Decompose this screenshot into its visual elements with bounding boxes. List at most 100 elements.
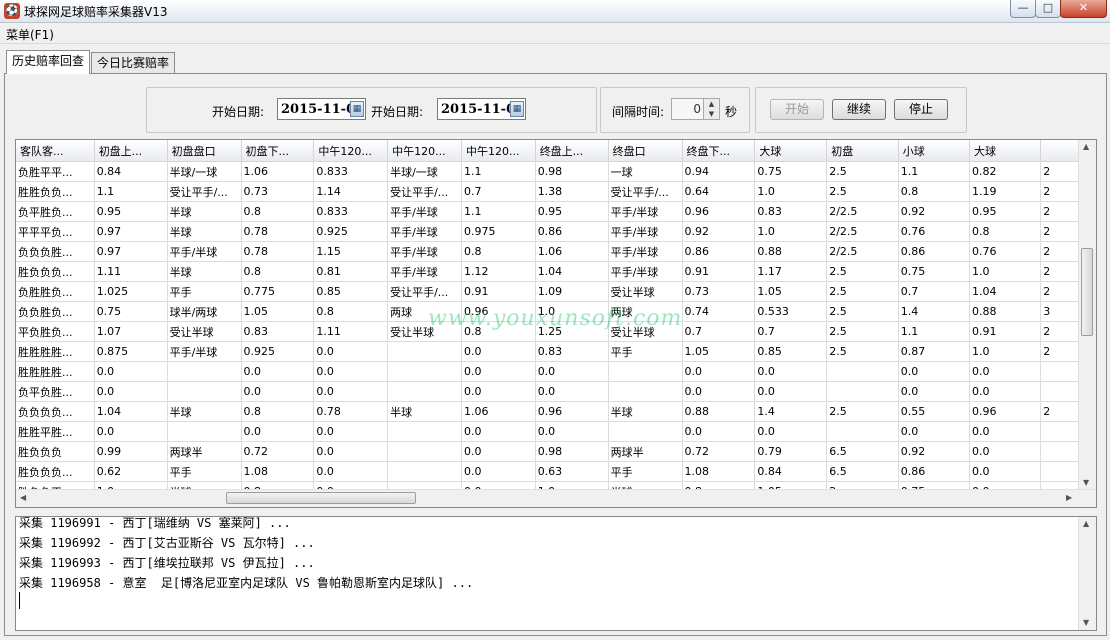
table-cell: 0.0: [969, 361, 1042, 382]
column-header[interactable]: 终盘上...: [535, 140, 609, 162]
column-header[interactable]: 大球: [969, 140, 1042, 162]
log-output[interactable]: 采集 1196991 - 西丁[瑞维纳 VS 塞莱阿] ... 采集 119699…: [15, 516, 1097, 631]
table-cell: 0.0: [313, 341, 389, 362]
table-cell: 0.975: [461, 221, 536, 242]
table-row[interactable]: 胜负负负 0.99 两球半 0.72 0.0 0.0 0.98 两球半 0.72 0.79 6.5 0…: [16, 441, 1079, 462]
table-cell: 0.7: [682, 321, 756, 342]
table-row[interactable]: 胜胜平胜... 0.0 0.0 0.0 0.0 0.0 0.0 0.0 0.0 0.0: [16, 421, 1079, 442]
tab-today-odds[interactable]: 今日比赛赔率: [91, 52, 176, 73]
column-header[interactable]: 小球: [898, 140, 971, 162]
table-cell: 0.83: [754, 201, 828, 222]
continue-button[interactable]: 继续: [832, 99, 886, 120]
log-line: 采集 1196992 - 西丁[艾古亚斯谷 VS 瓦尔特] ...: [19, 536, 315, 550]
column-header[interactable]: 大球: [754, 140, 828, 162]
table-cell: 1.19: [969, 181, 1042, 202]
column-header[interactable]: 初盘上...: [94, 140, 168, 162]
log-line: 采集 1196958 - 意室 足[博洛尼亚室内足球队 VS 鲁帕勒恩斯室内足球…: [19, 576, 474, 590]
grid-vertical-thumb[interactable]: [1081, 248, 1093, 336]
log-vertical-scrollbar[interactable]: ▲ ▼: [1078, 517, 1096, 630]
table-cell: 平手/半球: [387, 201, 462, 222]
table-cell: 0.78: [313, 401, 389, 422]
table-cell: 受让平手/...: [608, 181, 683, 202]
spinner-arrows-icon[interactable]: ▲ ▼: [703, 99, 719, 119]
scroll-left-icon[interactable]: ◀: [20, 493, 26, 502]
column-header[interactable]: 初盘: [826, 140, 899, 162]
column-header[interactable]: 中午120...: [461, 140, 536, 162]
column-header[interactable]: 终盘下...: [682, 140, 756, 162]
table-cell: 0.78: [241, 221, 315, 242]
table-cell: 0.0: [241, 421, 315, 442]
table-cell: 0.85: [754, 341, 828, 362]
table-cell: 0.97: [94, 241, 168, 262]
table-cell: 2/2.5: [826, 241, 899, 262]
stop-button[interactable]: 停止: [894, 99, 948, 120]
maximize-button[interactable]: □: [1035, 0, 1061, 18]
table-cell: 0.0: [898, 421, 971, 442]
table-row[interactable]: 负平负胜... 0.0 0.0 0.0 0.0 0.0 0.0 0.0 0.0 0.0: [16, 381, 1079, 402]
scroll-up-icon[interactable]: ▲: [1083, 142, 1089, 151]
start-button[interactable]: 开始: [770, 99, 824, 120]
table-row[interactable]: 负平胜负... 0.95 半球 0.8 0.833 平手/半球 1.1 0.95 平手/半球 0.…: [16, 201, 1079, 222]
table-cell: 0.0: [535, 421, 609, 442]
grid-horizontal-scrollbar[interactable]: ◀ ▶: [16, 489, 1096, 507]
table-row[interactable]: 负胜胜负... 1.025 平手 0.775 0.85 受让平手/... 0.91 1.09 受…: [16, 281, 1079, 302]
table-cell: 0.88: [754, 241, 828, 262]
close-button[interactable]: ✕: [1060, 0, 1107, 18]
table-row[interactable]: 胜胜负负... 1.1 受让平手/... 0.73 1.14 受让平手/... 0.7 1.3…: [16, 181, 1079, 202]
column-header[interactable]: 中午120...: [313, 140, 389, 162]
table-cell: 2/2.5: [826, 201, 899, 222]
table-cell: 1.0: [969, 341, 1042, 362]
tab-history-odds[interactable]: 历史赔率回查: [6, 50, 91, 74]
table-cell: 1.0: [754, 221, 828, 242]
table-cell: 0.92: [682, 221, 756, 242]
column-header[interactable]: 初盘下...: [241, 140, 315, 162]
table-cell: 平手/半球: [167, 341, 242, 362]
table-row[interactable]: 胜胜胜胜... 0.875 平手/半球 0.925 0.0 0.0 0.83 平手 1.05 0.…: [16, 341, 1079, 362]
calendar-icon[interactable]: ▦: [510, 101, 524, 117]
table-row[interactable]: 胜负负负... 1.11 半球 0.8 0.81 平手/半球 1.12 1.04 平手/半球 0.…: [16, 261, 1079, 282]
table-cell: 6.5: [826, 441, 899, 462]
table-cell: 0.8: [461, 241, 536, 262]
table-cell: 1.4: [754, 401, 828, 422]
table-cell: 1.04: [535, 261, 609, 282]
grid-horizontal-thumb[interactable]: [226, 492, 416, 504]
minimize-button[interactable]: —: [1010, 0, 1036, 18]
table-cell: 1.05: [241, 301, 315, 322]
table-cell: 2: [1040, 161, 1079, 182]
grid-vertical-scrollbar[interactable]: ▲ ▼: [1078, 140, 1096, 490]
table-row[interactable]: 负负负负... 1.04 半球 0.8 0.78 半球 1.06 0.96 半球 0.88 1.4 2…: [16, 401, 1079, 422]
column-header[interactable]: 终盘口: [608, 140, 683, 162]
table-cell: 平手/半球: [167, 241, 242, 262]
end-date-picker[interactable]: 2015-11-09 ▦: [437, 98, 526, 120]
table-row[interactable]: 负负负胜... 0.97 平手/半球 0.78 1.15 平手/半球 0.8 1.06 平手/半…: [16, 241, 1079, 262]
interval-spinner[interactable]: 0 ▲ ▼: [671, 98, 720, 120]
table-cell: 0.0: [461, 381, 536, 402]
table-cell: 0.86: [898, 461, 971, 482]
menu-item-main[interactable]: 菜单(F1): [6, 26, 54, 43]
column-header[interactable]: 初盘盘口: [167, 140, 242, 162]
table-row[interactable]: 平平平负... 0.97 半球 0.78 0.925 平手/半球 0.975 0.86 平手/半…: [16, 221, 1079, 242]
table-cell: 平手: [608, 341, 683, 362]
table-cell: 1.11: [94, 261, 168, 282]
scroll-down-icon[interactable]: ▼: [1083, 478, 1089, 487]
column-header[interactable]: 中午120...: [387, 140, 462, 162]
table-cell: 受让半球: [608, 281, 683, 302]
table-cell: 1.05: [682, 341, 756, 362]
column-header[interactable]: 客队客...: [16, 140, 95, 162]
column-header[interactable]: [1040, 140, 1079, 162]
scroll-up-icon[interactable]: ▲: [1083, 519, 1089, 528]
table-cell: [1040, 461, 1079, 482]
start-date-picker[interactable]: 2015-11-08 ▦: [277, 98, 366, 120]
table-cell: 平手: [167, 281, 242, 302]
table-cell: 2: [1040, 221, 1079, 242]
table-cell: 1.0: [969, 261, 1042, 282]
table-cell: 1.06: [461, 401, 536, 422]
table-cell: 0.8: [241, 261, 315, 282]
scroll-down-icon[interactable]: ▼: [1083, 618, 1089, 627]
table-row[interactable]: 负胜平平... 0.84 半球/一球 1.06 0.833 半球/一球 1.1 0.98 一球 0…: [16, 161, 1079, 182]
scroll-right-icon[interactable]: ▶: [1066, 493, 1072, 502]
table-row[interactable]: 胜负负负... 0.62 平手 1.08 0.0 0.0 0.63 平手 1.08 0.84 6.5…: [16, 461, 1079, 482]
table-row[interactable]: 胜胜胜胜... 0.0 0.0 0.0 0.0 0.0 0.0 0.0 0.0 0.0: [16, 361, 1079, 382]
calendar-icon[interactable]: ▦: [350, 101, 364, 117]
table-cell: 平手: [608, 461, 683, 482]
